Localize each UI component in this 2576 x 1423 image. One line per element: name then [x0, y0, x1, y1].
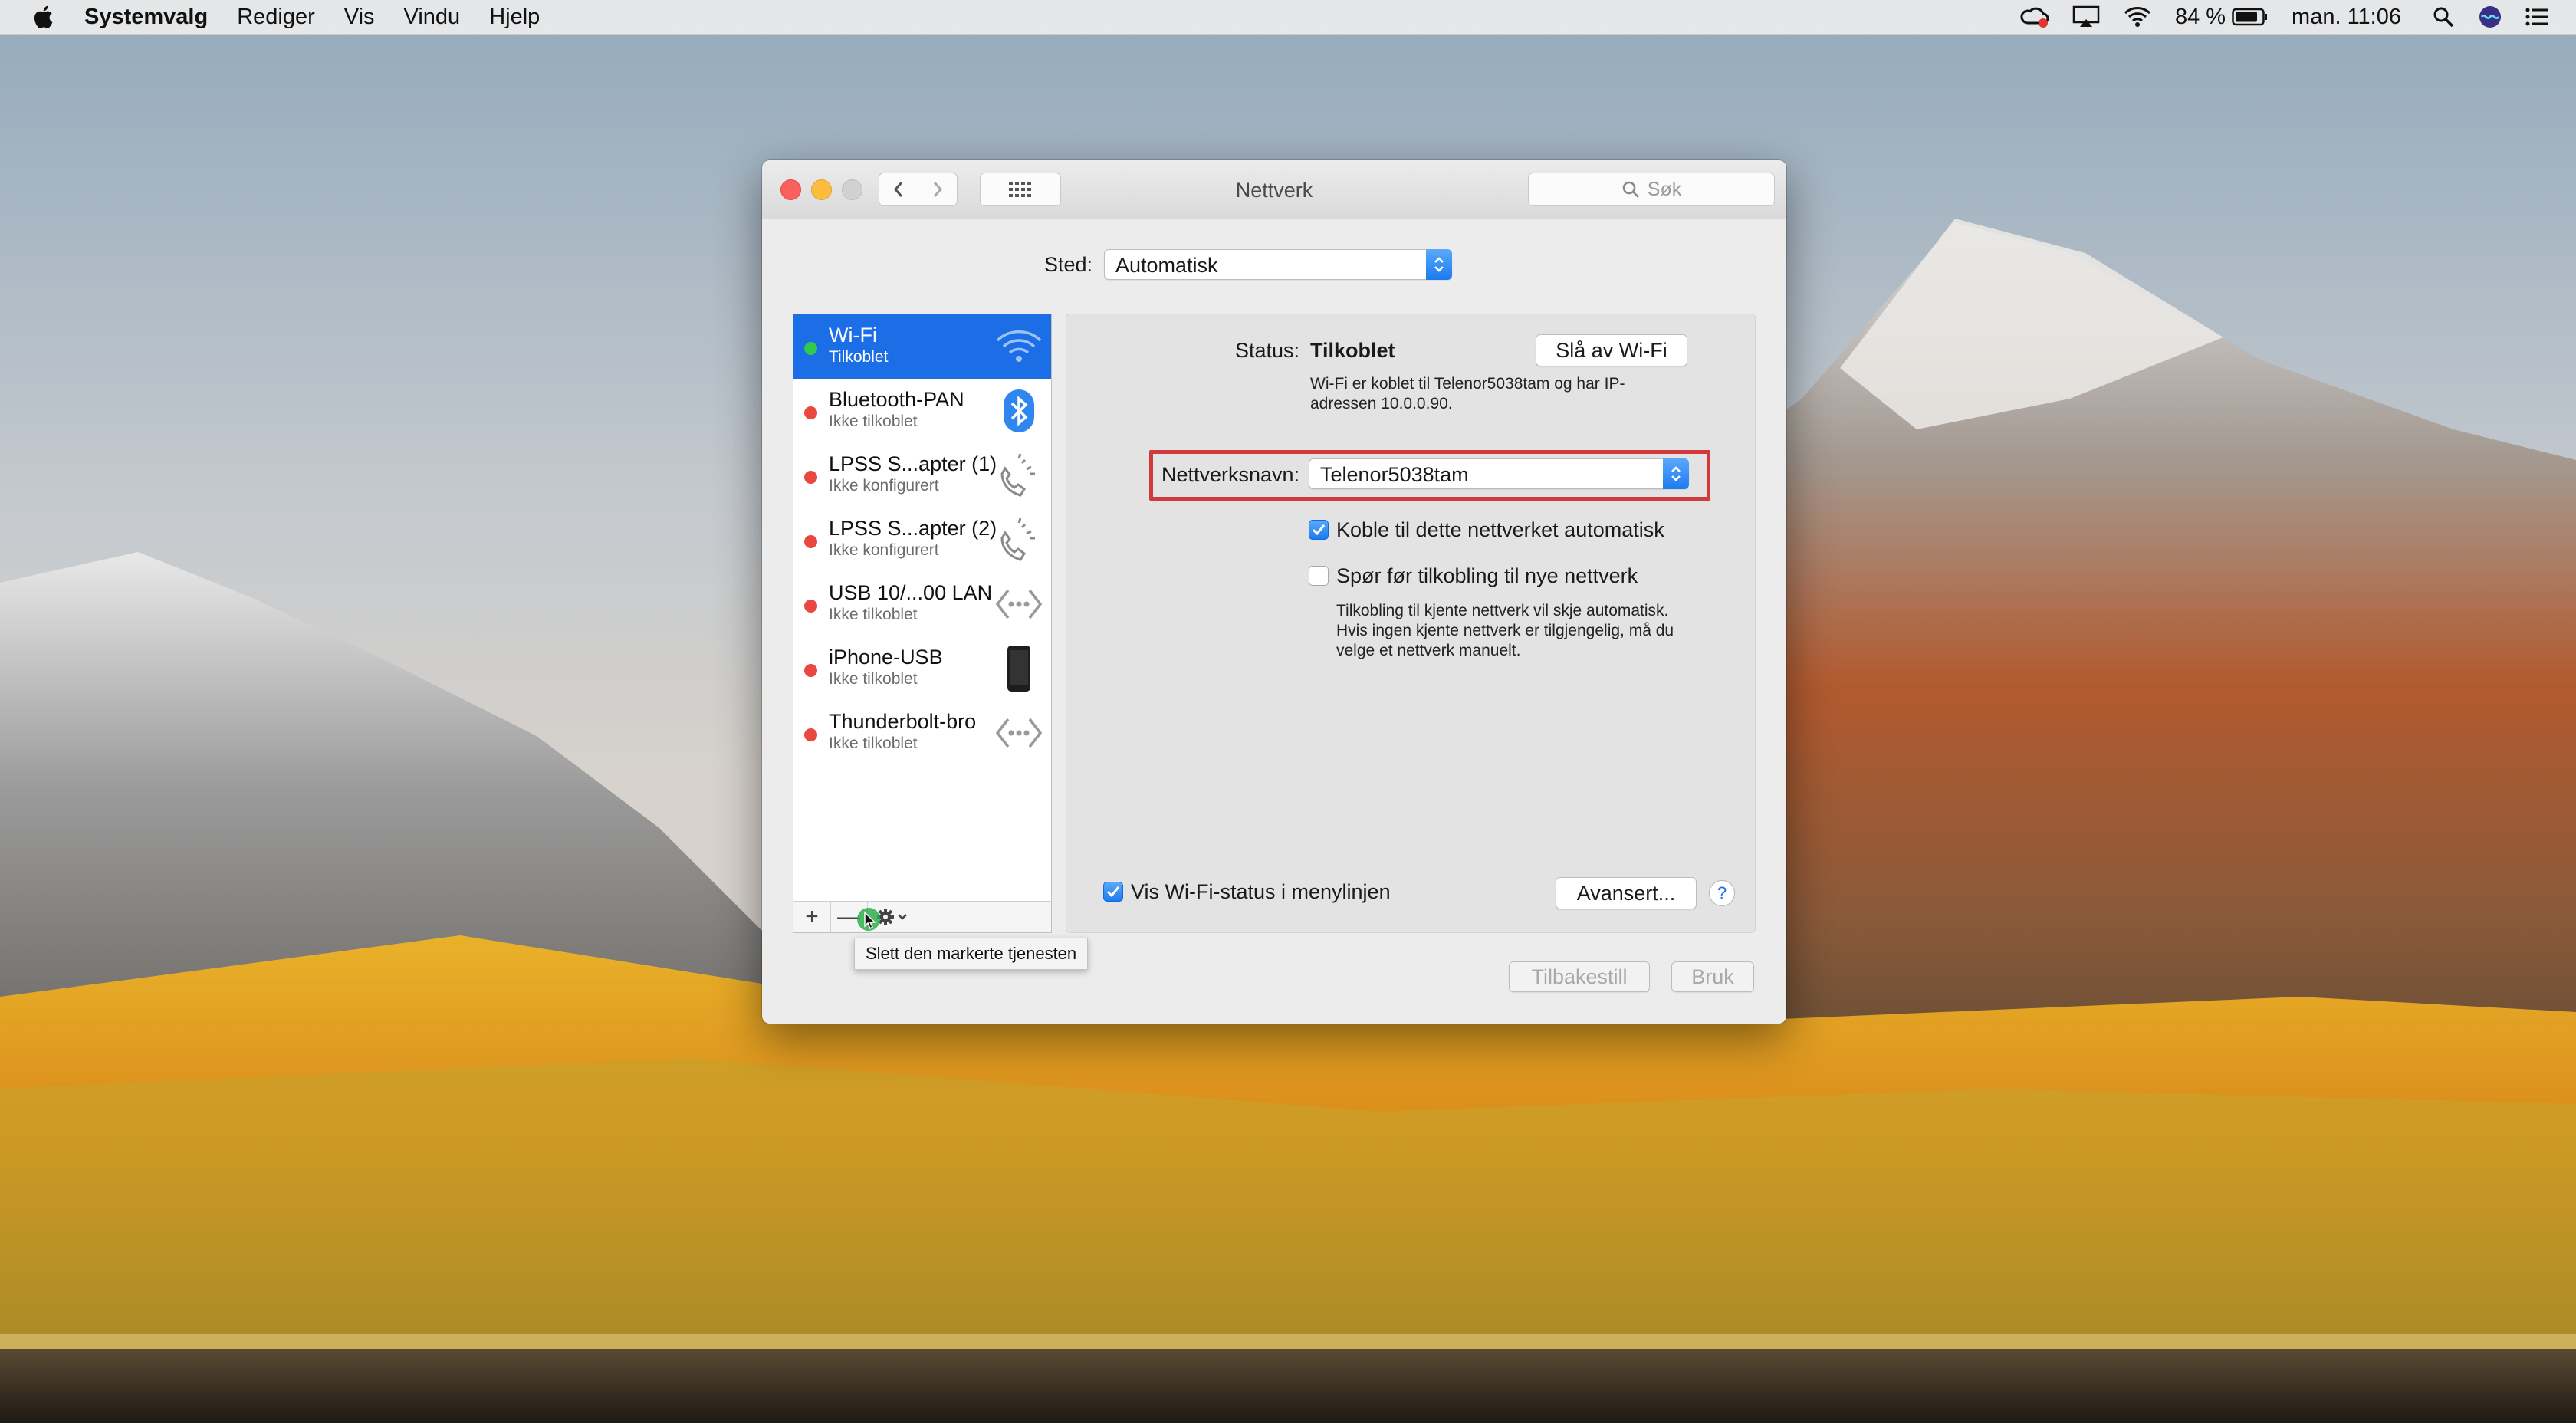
network-preferences-window: Nettverk Søk Sted: Automatisk Wi-Fi Tilk…: [762, 160, 1786, 1024]
revert-button[interactable]: Tilbakestill: [1509, 961, 1650, 992]
airplay-icon[interactable]: [2072, 5, 2100, 28]
checkmark-icon: [1106, 886, 1120, 898]
service-status: Ikke tilkoblet: [829, 735, 918, 752]
tooltip: Slett den markerte tjenesten: [854, 938, 1089, 970]
notification-center-icon[interactable]: [2525, 7, 2548, 27]
location-label: Sted:: [1044, 253, 1093, 276]
service-status: Ikke konfigurert: [829, 541, 939, 559]
search-placeholder: Søk: [1647, 178, 1682, 200]
ask-join-description-line: Tilkobling til kjente nettverk vil skje …: [1336, 602, 1669, 619]
status-label: Status:: [1235, 339, 1300, 362]
search-field[interactable]: Søk: [1528, 173, 1775, 206]
service-list[interactable]: Wi-Fi Tilkoblet Bluetooth-PAN Ikke tilko…: [793, 314, 1052, 902]
turn-off-wifi-button[interactable]: Slå av Wi-Fi: [1536, 334, 1687, 366]
service-item-bluetooth-pan[interactable]: Bluetooth-PAN Ikke tilkoblet: [794, 379, 1051, 443]
search-icon: [1622, 181, 1639, 198]
auto-join-checkbox[interactable]: [1309, 520, 1329, 540]
show-wifi-status-label: Vis Wi-Fi-status i menylinjen: [1131, 880, 1391, 903]
detail-panel: Status: Tilkoblet Slå av Wi-Fi Wi-Fi er …: [1066, 314, 1756, 933]
siri-icon[interactable]: [2478, 5, 2502, 29]
help-button[interactable]: ?: [1709, 880, 1735, 906]
menu-bar: Systemvalg Rediger Vis Vindu Hjelp 84 % …: [0, 0, 2576, 35]
bluetooth-icon: [994, 386, 1043, 435]
service-item-iphone-usb[interactable]: iPhone-USB Ikke tilkoblet: [794, 636, 1051, 701]
menu-rediger[interactable]: Rediger: [237, 5, 315, 30]
menu-vis[interactable]: Vis: [344, 5, 375, 30]
wifi-icon[interactable]: [2123, 5, 2152, 28]
status-description: Wi-Fi er koblet til Telenor5038tam og ha…: [1310, 374, 1625, 414]
status-dot: [804, 728, 817, 741]
service-name: Wi-Fi: [829, 324, 877, 347]
popup-arrows-icon: [1426, 249, 1452, 280]
service-name: LPSS S...apter (2): [829, 517, 997, 540]
service-name: USB 10/...00 LAN: [829, 581, 993, 604]
clock[interactable]: man. 11:06: [2292, 5, 2401, 30]
network-name-value: Telenor5038tam: [1320, 463, 1469, 486]
show-wifi-status-checkbox[interactable]: [1103, 882, 1123, 902]
service-item-lpss-2[interactable]: LPSS S...apter (2) Ikke konfigurert: [794, 508, 1051, 572]
network-name-label: Nettverksnavn:: [1162, 463, 1300, 486]
service-status: Ikke tilkoblet: [829, 670, 918, 688]
phone-icon: [994, 451, 1043, 500]
network-name-popup[interactable]: Telenor5038tam: [1309, 458, 1689, 489]
status-description-line: adressen 10.0.0.90.: [1310, 395, 1453, 412]
service-item-thunderbolt-bridge[interactable]: Thunderbolt-bro Ikke tilkoblet: [794, 701, 1051, 765]
service-status: Ikke tilkoblet: [829, 412, 918, 430]
wifi-icon: [994, 322, 1043, 371]
creative-cloud-icon[interactable]: [2019, 5, 2049, 29]
popup-arrows-icon: [1663, 458, 1689, 489]
ask-join-label: Spør før tilkobling til nye nettverk: [1336, 564, 1638, 587]
service-status: Tilkoblet: [829, 348, 889, 366]
status-value: Tilkoblet: [1310, 339, 1395, 362]
auto-join-label: Koble til dette nettverket automatisk: [1336, 518, 1664, 541]
ask-join-description-line: velge et nettverk manuelt.: [1336, 642, 1521, 659]
ask-join-checkbox[interactable]: [1309, 566, 1329, 586]
service-status: Ikke konfigurert: [829, 477, 939, 495]
iphone-icon: [994, 644, 1043, 693]
service-item-lpss-1[interactable]: LPSS S...apter (1) Ikke konfigurert: [794, 443, 1051, 508]
service-name: Thunderbolt-bro: [829, 710, 977, 733]
checkmark-icon: [1312, 524, 1326, 536]
ask-join-description-line: Hvis ingen kjente nettverk er tilgjengel…: [1336, 622, 1674, 639]
status-dot: [804, 535, 817, 548]
status-dot: [804, 664, 817, 677]
status-dot: [804, 600, 817, 613]
advanced-button[interactable]: Avansert...: [1556, 877, 1697, 909]
add-service-button[interactable]: +: [794, 902, 831, 932]
ethernet-icon: [994, 708, 1043, 758]
battery-percent[interactable]: 84 %: [2175, 5, 2226, 30]
spotlight-icon[interactable]: [2432, 5, 2455, 28]
status-dot: [804, 471, 817, 484]
status-dot: [804, 342, 817, 355]
location-popup[interactable]: Automatisk: [1104, 249, 1452, 280]
menu-vindu[interactable]: Vindu: [404, 5, 461, 30]
apple-menu-icon[interactable]: [31, 3, 58, 31]
service-item-wifi[interactable]: Wi-Fi Tilkoblet: [794, 314, 1051, 379]
ethernet-icon: [994, 580, 1043, 629]
phone-icon: [994, 515, 1043, 564]
title-bar: Nettverk Søk: [762, 160, 1786, 219]
menu-app-name[interactable]: Systemvalg: [84, 5, 208, 30]
battery-icon[interactable]: [2232, 7, 2269, 27]
service-name: Bluetooth-PAN: [829, 388, 964, 411]
service-status: Ikke tilkoblet: [829, 606, 918, 623]
menu-hjelp[interactable]: Hjelp: [489, 5, 540, 30]
status-dot: [804, 406, 817, 419]
mouse-cursor-icon: [857, 908, 880, 931]
status-description-line: Wi-Fi er koblet til Telenor5038tam og ha…: [1310, 375, 1625, 393]
service-name: LPSS S...apter (1): [829, 452, 997, 475]
service-item-usb-lan[interactable]: USB 10/...00 LAN Ikke tilkoblet: [794, 572, 1051, 636]
ask-join-description: Tilkobling til kjente nettverk vil skje …: [1336, 601, 1674, 661]
location-value: Automatisk: [1116, 254, 1218, 277]
service-list-toolbar: + —: [793, 901, 1052, 933]
apply-button[interactable]: Bruk: [1671, 961, 1754, 992]
service-name: iPhone-USB: [829, 646, 943, 669]
